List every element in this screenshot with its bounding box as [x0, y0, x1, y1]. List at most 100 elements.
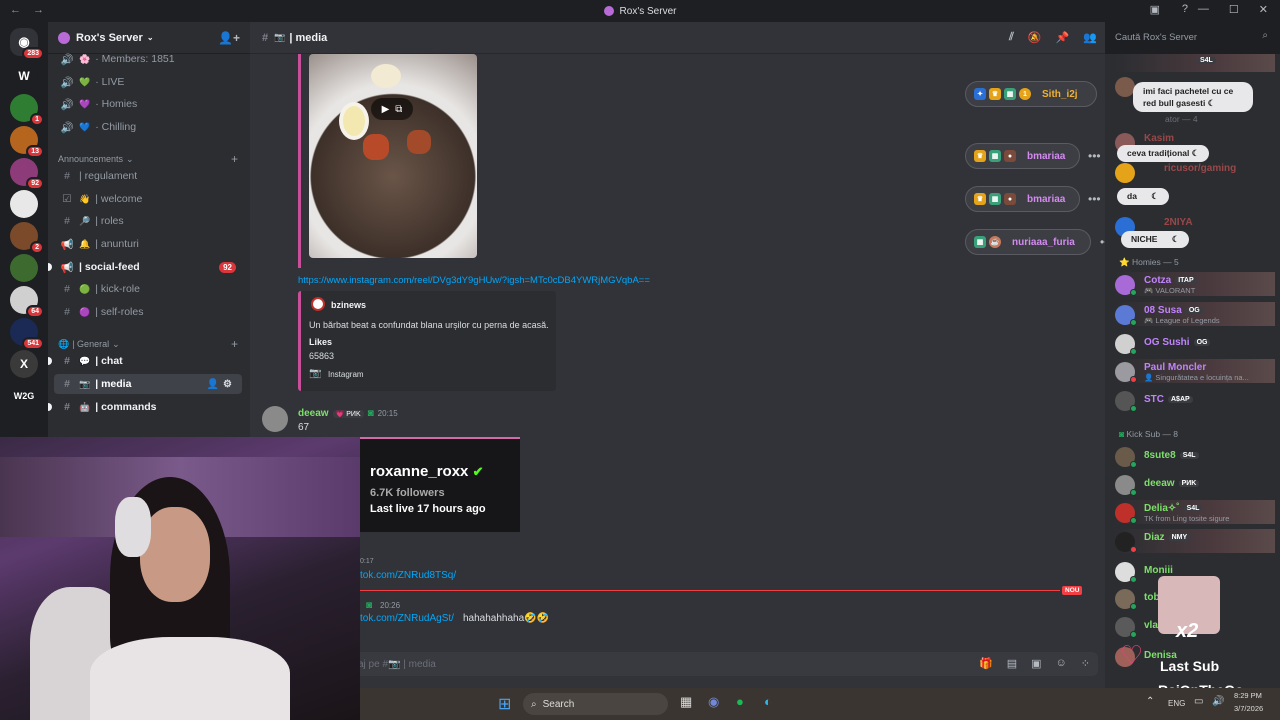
add-channel-icon[interactable]: +	[231, 152, 238, 166]
member-row[interactable]: Cotza ITAP 🎮 VALORANT	[1113, 272, 1275, 296]
language-indicator[interactable]: ENG	[1168, 699, 1185, 708]
invite-people-icon[interactable]: 👤+	[218, 31, 240, 45]
clock-time[interactable]: 8:29 PM	[1234, 691, 1262, 700]
server-icon[interactable]: 2	[10, 222, 44, 254]
play-button[interactable]: ▶ ⧉	[371, 98, 413, 120]
volume-icon[interactable]: 🔊	[1212, 696, 1224, 707]
channel-kick-role[interactable]: # 🟢 | kick-role	[54, 279, 242, 299]
apps-icon[interactable]: ⁘	[1081, 657, 1090, 670]
overlay-username: bmariaa	[1027, 150, 1066, 162]
member-activity: 👤 Singurătatea e locuința na...	[1144, 373, 1249, 382]
server-icon[interactable]: 13	[10, 126, 44, 158]
add-channel-icon[interactable]: +	[231, 337, 238, 351]
member-row[interactable]: S4L	[1113, 54, 1275, 72]
member-row[interactable]: 08 Susa OG 🎮 League of Legends	[1113, 302, 1275, 326]
maximize-icon[interactable]: ☐	[1229, 3, 1239, 16]
kick-badge-icon: ◙	[366, 600, 373, 611]
verified-icon: ✔	[472, 464, 484, 479]
server-icon[interactable]: 64	[10, 286, 44, 318]
spotify-icon[interactable]: ●	[736, 694, 744, 709]
message-link[interactable]: tok.com/ZNRudAgSt/	[360, 613, 454, 624]
open-icon: ⧉	[395, 103, 403, 115]
member-row[interactable]: Diaz NMY	[1113, 529, 1275, 553]
server-icon-x[interactable]: X	[10, 350, 38, 378]
member-list-icon[interactable]: 👥	[1083, 31, 1097, 44]
camera-icon: 📷	[274, 32, 286, 42]
video-attachment[interactable]: ▶ ⧉	[309, 54, 477, 258]
avatar[interactable]	[262, 406, 288, 432]
hash-icon: #	[262, 31, 269, 44]
server-icon-w2g[interactable]: W2G	[10, 382, 38, 410]
server-icon-w[interactable]: W	[10, 62, 38, 90]
server-icon[interactable]: 92	[10, 158, 44, 190]
pin-icon[interactable]: 📌	[1056, 31, 1070, 44]
edge-icon[interactable]: ◐	[764, 694, 772, 709]
message-time: 20:26	[380, 601, 401, 610]
member-row[interactable]: Paul Moncler 👤 Singurătatea e locuința na…	[1113, 359, 1275, 383]
gif-icon[interactable]: ▤	[1007, 657, 1017, 670]
inbox-icon[interactable]: ▣	[1150, 3, 1160, 16]
voice-channel-live[interactable]: 🔊 💚 · LIVE	[54, 72, 242, 92]
voice-channel-members[interactable]: 🔊 🌸 · Members: 1851	[54, 49, 242, 69]
channel-chat[interactable]: # 💬 | chat	[54, 351, 242, 371]
message-input[interactable]: aj pe #📷 | media 🎁 ▤ ▣ ☺ ⁘	[354, 652, 1098, 676]
channel-label: | roles	[95, 215, 124, 227]
search-input[interactable]: Caută Rox's Server ⌕	[1109, 27, 1274, 47]
emoji-icon[interactable]: ☺	[1056, 657, 1067, 670]
embed-field-label: Likes	[309, 337, 333, 347]
threads-icon[interactable]: ⫽	[1009, 31, 1014, 44]
channel-commands[interactable]: # 🤖 | commands	[54, 397, 242, 417]
channel-label: | chat	[95, 355, 123, 367]
member-row[interactable]: 8sute8 S4L	[1113, 444, 1275, 468]
member-row[interactable]: deeaw PИK	[1113, 472, 1275, 496]
network-icon[interactable]: ▭	[1194, 696, 1203, 707]
help-icon[interactable]: ?	[1182, 3, 1188, 15]
channel-regulament[interactable]: # | regulament	[54, 166, 242, 186]
channel-self-roles[interactable]: # 🟣 | self-roles	[54, 302, 242, 322]
voice-channel-homies[interactable]: 🔊 💜 · Homies	[54, 94, 242, 114]
server-icon[interactable]: 541	[10, 318, 44, 350]
tray-expand-icon[interactable]: ⌃	[1146, 696, 1154, 707]
clock-date[interactable]: 3/7/2026	[1234, 704, 1263, 713]
category-announcements[interactable]: Announcements ⌄ +	[58, 152, 238, 166]
channel-anunturi[interactable]: 📢 🔔 | anunturi	[54, 234, 242, 254]
windows-start-icon[interactable]: ⊞	[498, 694, 511, 714]
channel-social-feed[interactable]: 📢 | social-feed 92	[54, 257, 242, 277]
overlay-chat-pill: ♛ ▦ ● bmariaa	[965, 186, 1080, 212]
gift-icon[interactable]: 🎁	[979, 657, 993, 670]
forward-arrow-icon[interactable]: →	[33, 4, 44, 16]
message-author[interactable]: deeaw	[298, 408, 329, 419]
back-arrow-icon[interactable]: ←	[10, 4, 21, 16]
channel-label: | anunturi	[95, 238, 139, 250]
new-badge: NOU	[1062, 586, 1083, 595]
embed-author[interactable]: bzinews	[331, 300, 366, 310]
server-icon[interactable]: 1	[10, 94, 44, 126]
discord-app-icon[interactable]: ◉	[708, 694, 719, 710]
member-row[interactable]: STC A$AP	[1113, 388, 1275, 412]
stream-info-card: roxanne_roxx ✔ 6.7K followers Last live …	[360, 437, 520, 532]
channel-media[interactable]: # 📷 | media 👤⚙	[54, 374, 242, 394]
member-row[interactable]: Delia✧˚ S4L TK from Ling tosite sigure	[1113, 500, 1275, 524]
channel-settings-icons[interactable]: 👤⚙	[207, 379, 236, 390]
channel-label: · Homies	[95, 98, 138, 110]
sticker-icon[interactable]: ▣	[1031, 657, 1041, 670]
channel-roles[interactable]: # 🔎 | roles	[54, 211, 242, 231]
hash-icon: #	[64, 355, 70, 367]
home-discord-icon[interactable]: ◉ 283	[10, 28, 44, 60]
member-row[interactable]: OG Sushi OG	[1113, 331, 1275, 355]
server-icon[interactable]	[10, 190, 38, 218]
member-row[interactable]: ricusor/gaming	[1113, 160, 1275, 184]
message-link[interactable]: tok.com/ZNRud8TSq/	[360, 570, 456, 581]
notifications-icon[interactable]: 🔕	[1028, 31, 1042, 44]
taskbar-search[interactable]: ⌕ Search	[523, 693, 668, 715]
badge-icon: ▦	[989, 193, 1001, 205]
category-general[interactable]: 🌐 | General ⌄ +	[58, 337, 238, 351]
close-icon[interactable]: ✕	[1259, 3, 1268, 16]
channel-welcome[interactable]: ☑ 👋 | welcome	[54, 189, 242, 209]
server-icon[interactable]	[10, 254, 38, 282]
file-explorer-icon[interactable]: ▦	[680, 694, 692, 710]
minimize-icon[interactable]: —	[1198, 3, 1209, 16]
message-link[interactable]: https://www.instagram.com/reel/DVg3dY9gH…	[298, 275, 650, 286]
voice-channel-chilling[interactable]: 🔊 💙 · Chilling	[54, 117, 242, 137]
composer-tools: 🎁 ▤ ▣ ☺ ⁘	[979, 657, 1090, 670]
